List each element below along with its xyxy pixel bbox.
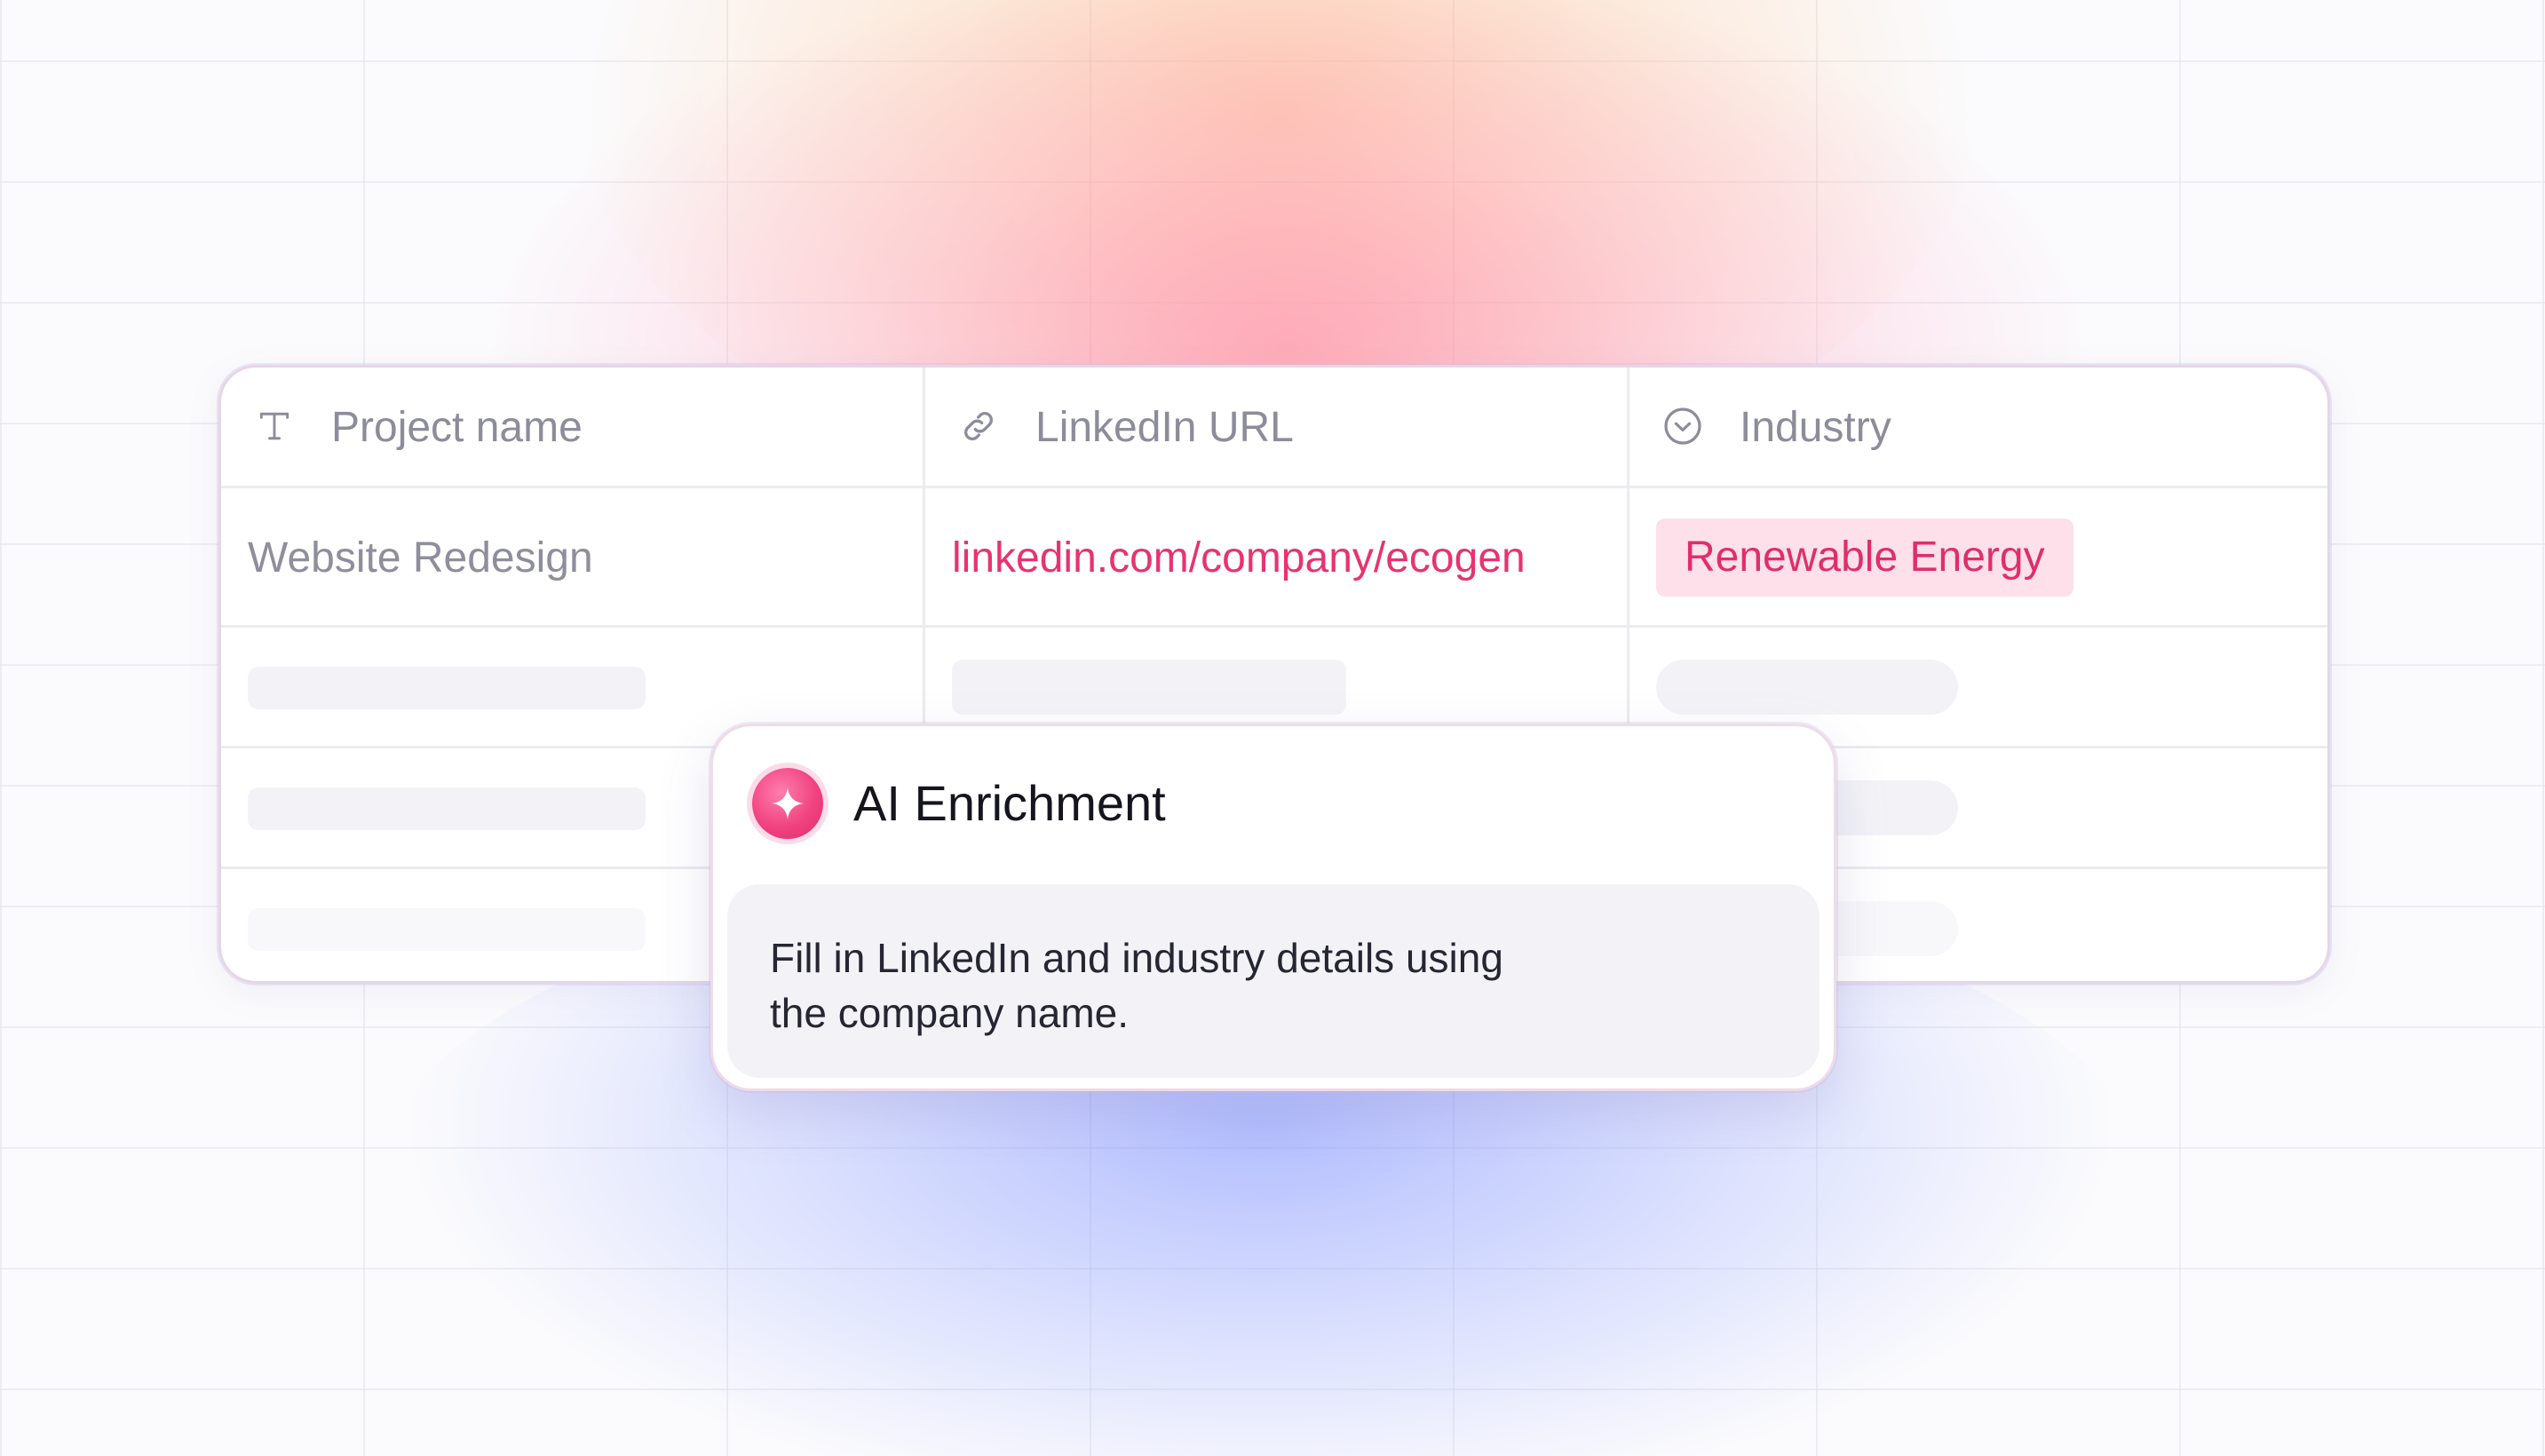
ai-enrichment-popover[interactable]: AI Enrichment Fill in LinkedIn and indus… bbox=[710, 724, 1836, 1091]
skeleton-pill bbox=[1656, 660, 1958, 715]
column-header-label: LinkedIn URL bbox=[1035, 404, 1294, 451]
skeleton-bar bbox=[248, 667, 646, 709]
canvas: Project name LinkedIn URL Industry Websi… bbox=[0, 0, 2545, 1456]
link-icon bbox=[957, 405, 1000, 447]
linkedin-url-link[interactable]: linkedin.com/company/ecogen bbox=[952, 488, 1526, 628]
cell-project-name[interactable]: Website Redesign bbox=[221, 488, 925, 625]
column-header-label: Industry bbox=[1740, 404, 1891, 451]
prompt-text-line: Fill in LinkedIn and industry details us… bbox=[770, 935, 1503, 981]
popover-title: AI Enrichment bbox=[853, 775, 1166, 831]
select-chevron-icon bbox=[1661, 405, 1704, 447]
prompt-text-line: the company name. bbox=[770, 990, 1130, 1036]
column-header-industry[interactable]: Industry bbox=[1629, 368, 2327, 486]
skeleton-bar bbox=[248, 908, 646, 951]
column-header-label: Project name bbox=[331, 404, 583, 451]
cell-industry[interactable]: Renewable Energy bbox=[1629, 488, 2327, 625]
prompt-text-box[interactable]: Fill in LinkedIn and industry details us… bbox=[727, 884, 1820, 1078]
skeleton-bar bbox=[952, 660, 1346, 715]
column-header-linkedin-url[interactable]: LinkedIn URL bbox=[925, 368, 1629, 486]
industry-badge: Renewable Energy bbox=[1656, 518, 2073, 597]
text-type-icon bbox=[253, 405, 296, 447]
project-name-value: Website Redesign bbox=[248, 534, 593, 582]
skeleton-bar bbox=[248, 787, 646, 830]
table-header-row: Project name LinkedIn URL Industry bbox=[221, 368, 2327, 488]
sparkle-icon bbox=[752, 768, 823, 839]
table-row: Website Redesign linkedin.com/company/ec… bbox=[221, 488, 2327, 628]
cell-linkedin-url[interactable]: linkedin.com/company/ecogen bbox=[925, 488, 1629, 625]
column-header-project-name[interactable]: Project name bbox=[221, 368, 925, 486]
